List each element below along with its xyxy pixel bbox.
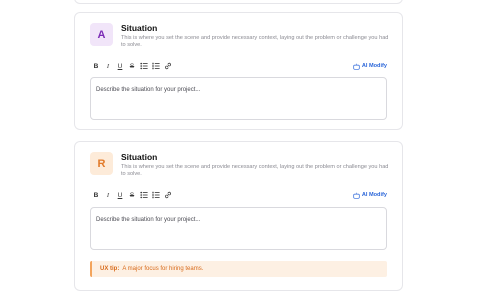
ux-tip-banner: UX tip: A major focus for hiring teams. bbox=[90, 261, 387, 277]
bullet-list-button[interactable] bbox=[138, 61, 150, 71]
bold-button[interactable]: B bbox=[90, 190, 102, 200]
italic-button[interactable]: I bbox=[102, 190, 114, 200]
strikethrough-button[interactable]: S bbox=[126, 190, 138, 200]
ai-modify-button[interactable]: AI Modify bbox=[353, 191, 387, 199]
bullet-list-icon bbox=[140, 191, 148, 199]
section-card-situation: A Situation This is where you set the sc… bbox=[74, 12, 403, 130]
section-badge: R bbox=[90, 152, 113, 175]
section-title: Situation bbox=[121, 152, 158, 162]
numbered-list-button[interactable] bbox=[150, 190, 162, 200]
ux-tip-text: A major focus for hiring teams. bbox=[122, 266, 204, 272]
numbered-list-icon bbox=[152, 62, 160, 70]
section-title: Situation bbox=[121, 23, 158, 33]
previous-card bbox=[74, 0, 403, 4]
underline-button[interactable]: U bbox=[114, 61, 126, 71]
link-icon bbox=[165, 191, 171, 199]
bullet-list-button[interactable] bbox=[138, 190, 150, 200]
underline-button[interactable]: U bbox=[114, 190, 126, 200]
ai-modify-label: AI Modify bbox=[361, 192, 387, 198]
bold-button[interactable]: B bbox=[90, 61, 102, 71]
section-badge: A bbox=[90, 23, 113, 46]
formatting-toolbar: B I U S AI Modify bbox=[90, 189, 387, 201]
section-description: This is where you set the scene and prov… bbox=[121, 35, 389, 48]
ai-modify-label: AI Modify bbox=[361, 63, 387, 69]
italic-button[interactable]: I bbox=[102, 61, 114, 71]
section-card-situation-2: R Situation This is where you set the sc… bbox=[74, 141, 403, 291]
sparkle-icon bbox=[353, 191, 360, 199]
formatting-toolbar: B I U S AI Modify bbox=[90, 60, 387, 72]
link-icon bbox=[165, 62, 171, 70]
section-description: This is where you set the scene and prov… bbox=[121, 164, 389, 177]
ai-modify-button[interactable]: AI Modify bbox=[353, 62, 387, 70]
link-button[interactable] bbox=[162, 61, 174, 71]
numbered-list-button[interactable] bbox=[150, 61, 162, 71]
strikethrough-button[interactable]: S bbox=[126, 61, 138, 71]
ux-tip-label: UX tip: bbox=[100, 266, 120, 272]
numbered-list-icon bbox=[152, 191, 160, 199]
sparkle-icon bbox=[353, 62, 360, 70]
bullet-list-icon bbox=[140, 62, 148, 70]
link-button[interactable] bbox=[162, 190, 174, 200]
situation-editor[interactable]: Describe the situation for your project.… bbox=[90, 77, 387, 120]
situation-editor[interactable]: Describe the situation for your project.… bbox=[90, 207, 387, 250]
